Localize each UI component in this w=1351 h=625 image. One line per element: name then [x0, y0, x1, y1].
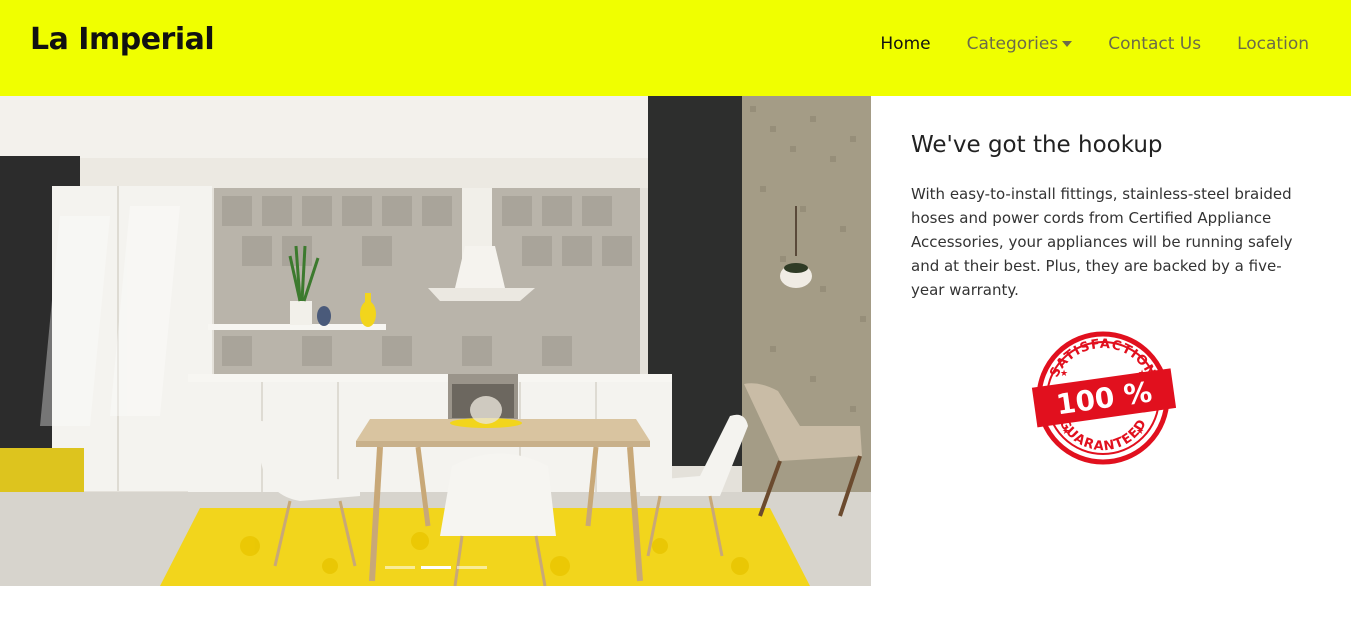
brand-logo[interactable]: La Imperial	[30, 22, 215, 57]
navbar: La Imperial Home Categories Contact Us L…	[0, 0, 1351, 96]
kitchen-image	[0, 96, 871, 586]
carousel-indicators	[385, 566, 487, 569]
satisfaction-guaranteed-badge: SATISFACTION GUARANTEED 100 % ★ ★ ★ ★	[1031, 331, 1176, 465]
nav-home[interactable]: Home	[880, 34, 930, 54]
nav-contact-us[interactable]: Contact Us	[1108, 34, 1201, 54]
carousel-indicator-1[interactable]	[385, 566, 415, 569]
star-icon: ★	[1138, 369, 1146, 379]
nav-location[interactable]: Location	[1237, 34, 1309, 54]
badge-center-text: 100 %	[1054, 375, 1154, 421]
star-icon: ★	[1062, 427, 1070, 437]
feature-body: With easy-to-install fittings, stainless…	[911, 185, 1293, 299]
feature-section: We've got the hookup With easy-to-instal…	[911, 120, 1306, 302]
nav-categories[interactable]: Categories	[967, 34, 1073, 54]
carousel-indicator-2[interactable]	[421, 566, 451, 569]
chevron-down-icon	[1062, 41, 1073, 47]
nav-menu: Home Categories Contact Us Location	[880, 34, 1309, 54]
feature-title: We've got the hookup	[911, 132, 1163, 158]
nav-categories-label: Categories	[966, 34, 1059, 54]
carousel-indicator-3[interactable]	[457, 566, 487, 569]
hero-carousel[interactable]	[0, 96, 871, 586]
star-icon: ★	[1136, 427, 1144, 437]
star-icon: ★	[1060, 369, 1068, 379]
